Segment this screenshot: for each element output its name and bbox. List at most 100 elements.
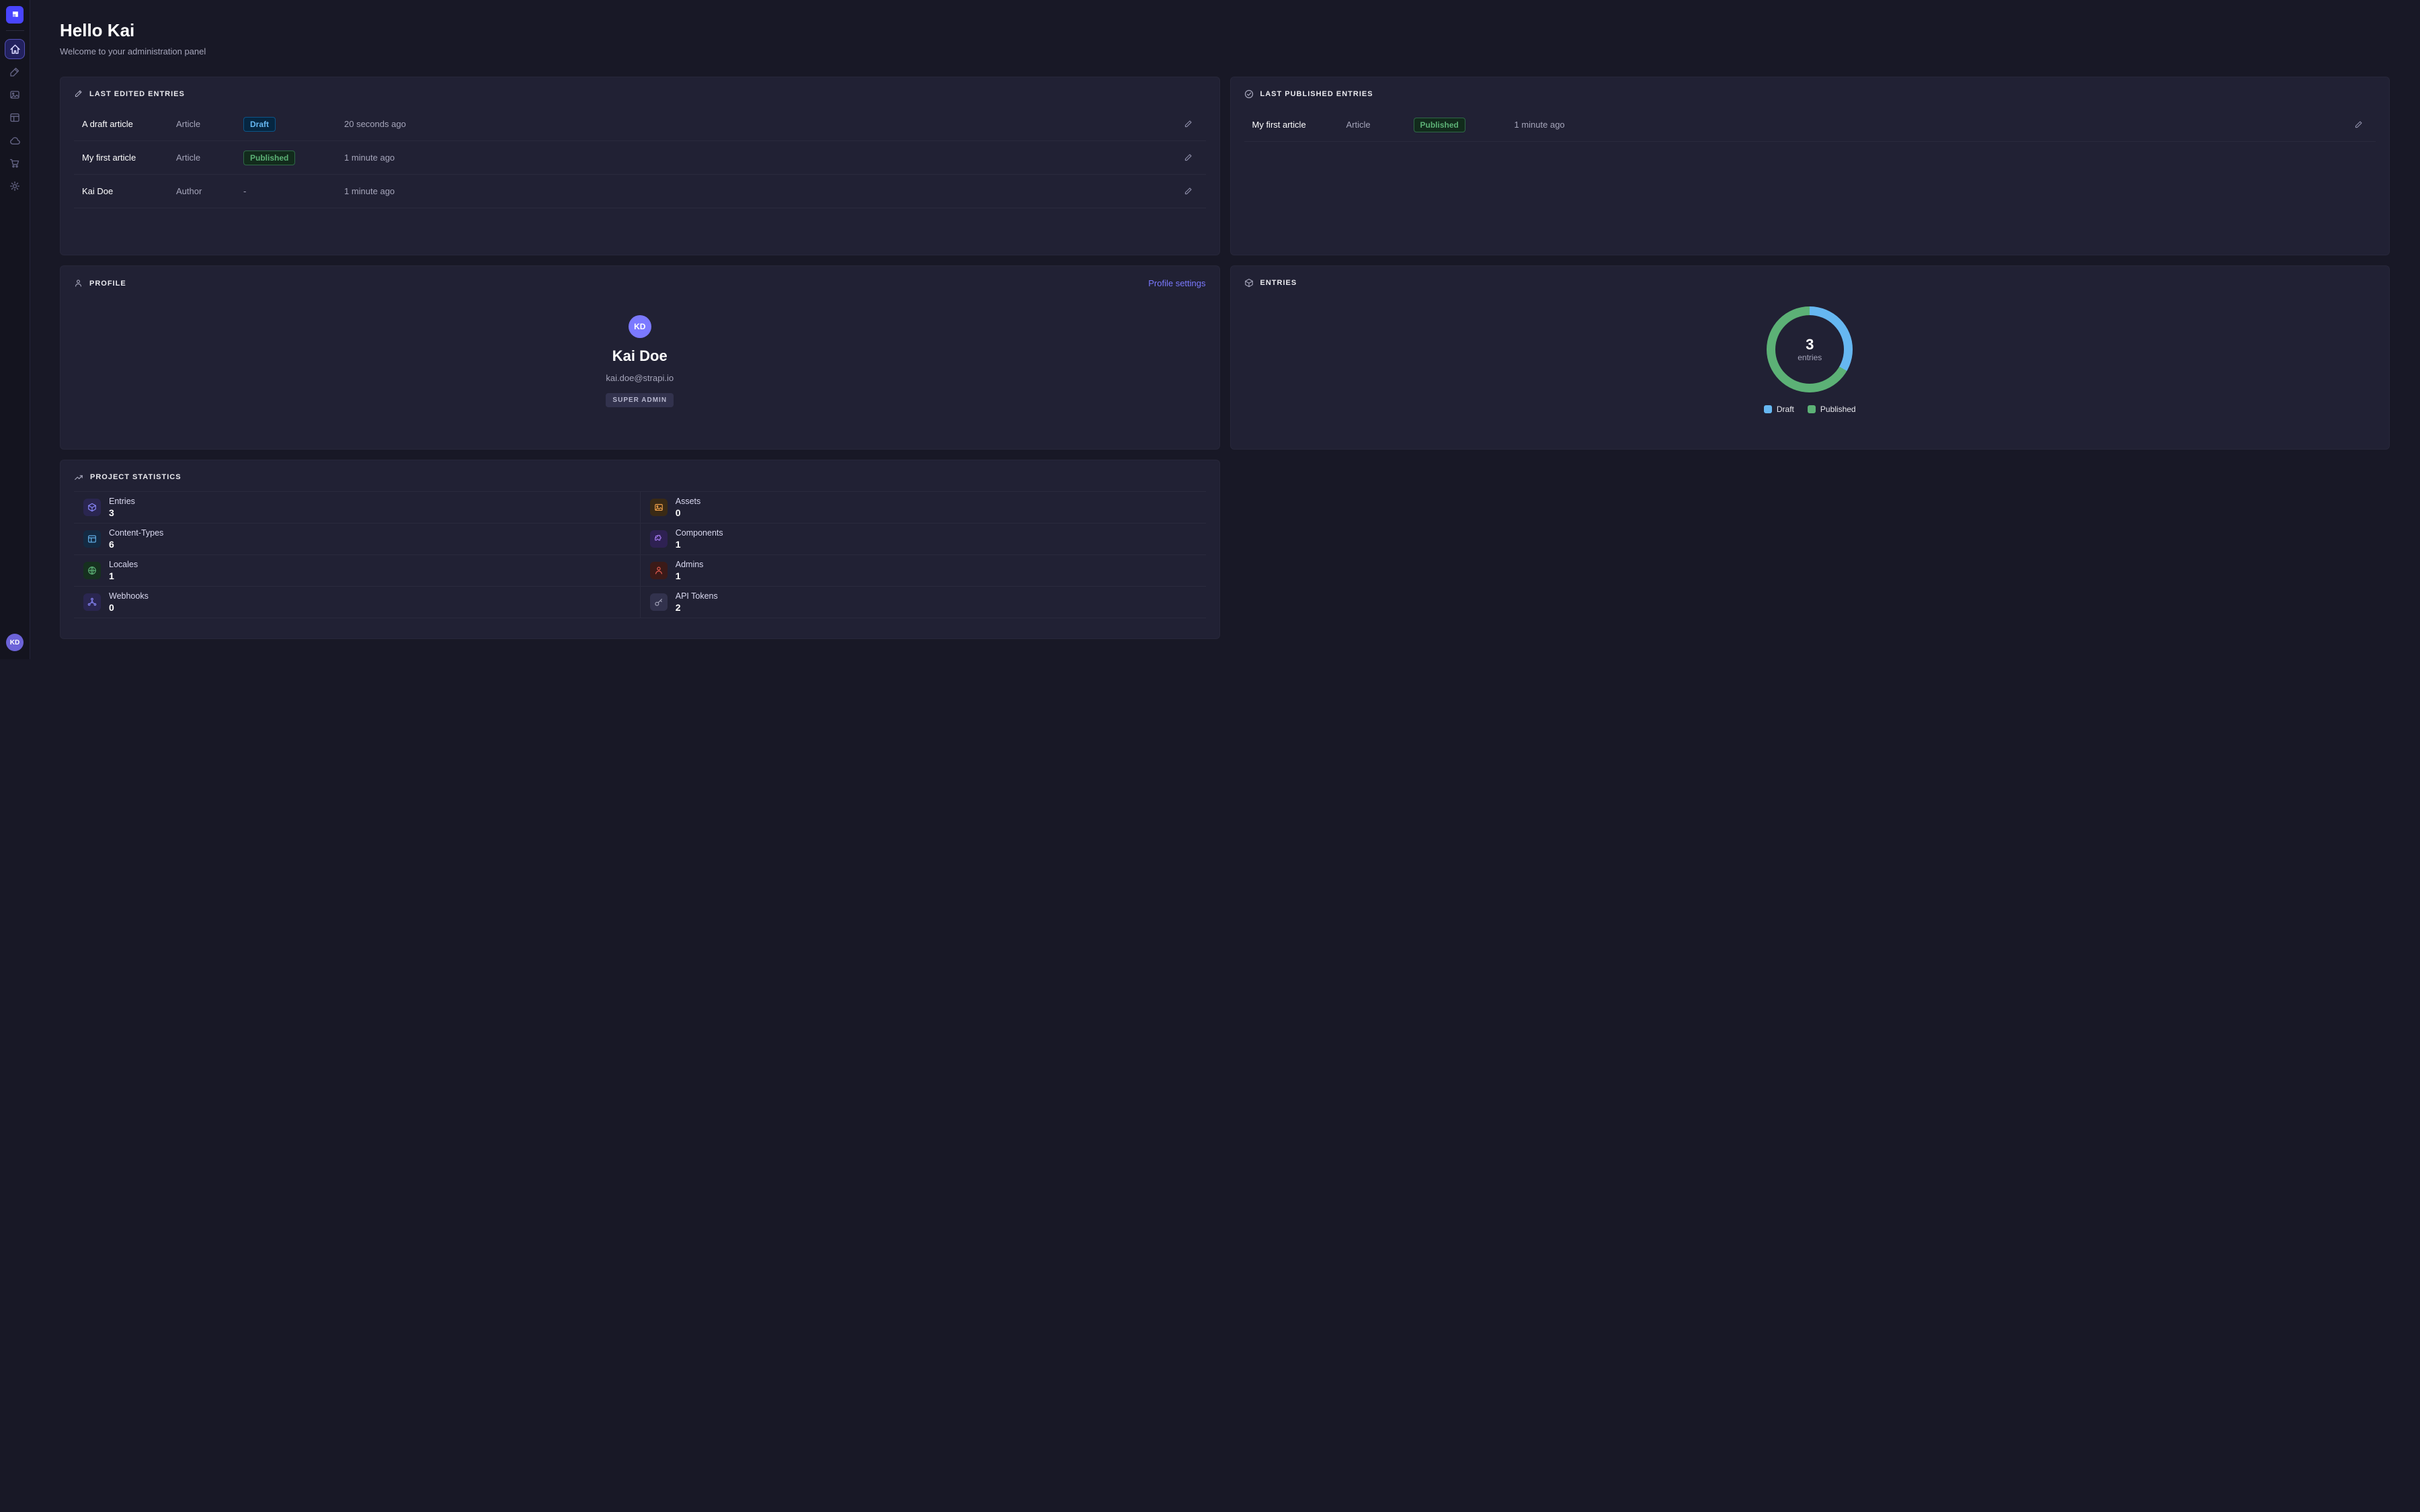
table-row[interactable]: My first article Article Published 1 min… (74, 141, 1206, 175)
entry-name: A draft article (82, 119, 176, 129)
stat-assets: Assets 0 (640, 492, 1206, 523)
status-badge: Published (243, 151, 295, 165)
pencil-icon (1184, 153, 1193, 162)
entry-type: Author (176, 186, 243, 196)
entries-donut-center: 3 entries (1775, 315, 1844, 384)
published-swatch (1808, 405, 1816, 413)
sidebar-item-deploy[interactable] (5, 130, 25, 151)
pen-tool-icon (9, 67, 20, 77)
profile-body: KD Kai Doe kai.doe@strapi.io SUPER ADMIN (74, 298, 1206, 407)
cloud-icon (9, 135, 21, 146)
sidebar-item-settings[interactable] (5, 176, 25, 196)
cart-icon (9, 158, 20, 169)
project-statistics-header: PROJECT STATISTICS (74, 472, 1206, 482)
box-icon (83, 499, 101, 516)
stat-webhooks: Webhooks 0 (74, 587, 640, 618)
sidebar-item-home[interactable] (5, 39, 25, 59)
last-published-table: My first article Article Published 1 min… (1244, 108, 2376, 142)
sidebar-item-marketplace[interactable] (5, 153, 25, 173)
entry-name: My first article (1252, 120, 1346, 130)
entries-donut: 3 entries (1767, 306, 1853, 392)
table-row[interactable]: My first article Article Published 1 min… (1244, 108, 2376, 142)
table-row[interactable]: Kai Doe Author - 1 minute ago (74, 175, 1206, 208)
statistics-grid: Entries 3 Assets 0 (74, 491, 1206, 618)
sidebar-item-content-manager[interactable] (5, 62, 25, 82)
edit-entry-button[interactable] (2349, 118, 2368, 132)
stat-label: Admins (676, 560, 704, 569)
entry-type: Article (176, 119, 243, 129)
sidebar-item-media-library[interactable] (5, 85, 25, 105)
stat-value: 6 (109, 539, 163, 550)
entry-name: Kai Doe (82, 186, 176, 196)
check-circle-icon (1244, 89, 1254, 99)
layout-icon (83, 530, 101, 548)
entry-type: Article (1346, 120, 1414, 130)
last-edited-card: LAST EDITED ENTRIES A draft article Arti… (60, 77, 1220, 255)
entry-time: 1 minute ago (1515, 120, 2349, 130)
user-icon (650, 562, 668, 579)
profile-settings-link[interactable]: Profile settings (1148, 278, 1205, 288)
app-root: KD Hello Kai Welcome to your administrat… (0, 0, 2420, 659)
last-published-card: LAST PUBLISHED ENTRIES My first article … (1230, 77, 2390, 255)
sidebar-divider (6, 30, 24, 31)
entry-type: Article (176, 153, 243, 163)
pencil-icon (1184, 187, 1193, 196)
stat-label: Content-Types (109, 528, 163, 538)
pencil-icon (1184, 120, 1193, 128)
entries-body: 3 entries Draft Published (1244, 297, 2376, 414)
page-title: Hello Kai (60, 20, 2390, 41)
page-header: Hello Kai Welcome to your administration… (60, 20, 2390, 56)
entries-card: ENTRIES 3 entries Draft (1230, 265, 2390, 450)
stat-label: API Tokens (676, 591, 718, 601)
stat-locales: Locales 1 (74, 555, 640, 587)
card-title: LAST PUBLISHED ENTRIES (1260, 90, 1373, 98)
card-title: ENTRIES (1260, 279, 1297, 287)
sidebar: KD (0, 0, 30, 659)
dashboard-grid: LAST EDITED ENTRIES A draft article Arti… (60, 77, 2390, 639)
sidebar-nav (5, 39, 25, 196)
draft-swatch (1764, 405, 1772, 413)
status-badge: Published (1414, 118, 1465, 132)
entries-caption: entries (1798, 353, 1822, 362)
stat-components: Components 1 (640, 523, 1206, 555)
image-icon (650, 499, 668, 516)
table-row[interactable]: A draft article Article Draft 20 seconds… (74, 108, 1206, 141)
last-edited-header: LAST EDITED ENTRIES (74, 89, 1206, 98)
person-icon (74, 279, 83, 288)
edit-entry-button[interactable] (1179, 184, 1198, 198)
user-avatar[interactable]: KD (6, 634, 24, 651)
edit-entry-button[interactable] (1179, 117, 1198, 131)
entry-time: 20 seconds ago (344, 119, 1179, 129)
main-content: Hello Kai Welcome to your administration… (30, 0, 2420, 659)
strapi-logo[interactable] (6, 6, 24, 24)
profile-header: PROFILE Profile settings (74, 278, 1206, 288)
pencil-icon (2354, 120, 2363, 129)
entry-time: 1 minute ago (344, 186, 1179, 196)
entries-legend: Draft Published (1764, 405, 1856, 414)
stat-value: 1 (109, 571, 138, 581)
card-title: PROJECT STATISTICS (90, 473, 182, 481)
profile-card: PROFILE Profile settings KD Kai Doe kai.… (60, 265, 1220, 450)
legend-item-published: Published (1808, 405, 1856, 414)
page-subtitle: Welcome to your administration panel (60, 46, 2390, 56)
stat-entries: Entries 3 (74, 492, 640, 523)
hub-icon (83, 593, 101, 611)
card-title: LAST EDITED ENTRIES (89, 90, 185, 98)
home-icon (9, 44, 21, 55)
last-edited-table: A draft article Article Draft 20 seconds… (74, 108, 1206, 208)
profile-email: kai.doe@strapi.io (606, 373, 674, 383)
stat-label: Locales (109, 560, 138, 569)
gear-icon (9, 181, 20, 192)
stat-label: Webhooks (109, 591, 149, 601)
image-icon (9, 89, 20, 100)
strapi-logo-icon (10, 10, 19, 19)
profile-name: Kai Doe (612, 347, 668, 365)
stat-value: 0 (676, 507, 701, 518)
stat-label: Assets (676, 497, 701, 506)
last-published-header: LAST PUBLISHED ENTRIES (1244, 89, 2376, 99)
edit-entry-button[interactable] (1179, 151, 1198, 165)
stat-admins: Admins 1 (640, 555, 1206, 587)
stat-value: 2 (676, 602, 718, 613)
sidebar-item-content-type-builder[interactable] (5, 108, 25, 128)
stat-label: Components (676, 528, 723, 538)
